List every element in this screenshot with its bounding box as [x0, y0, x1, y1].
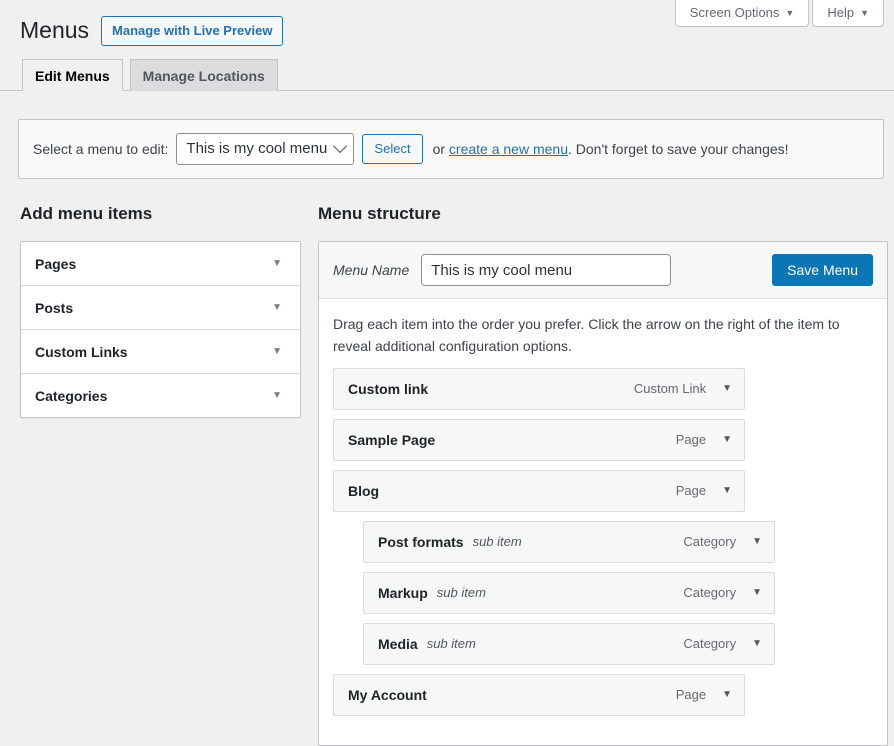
save-changes-hint: . Don't forget to save your changes!	[568, 141, 789, 157]
chevron-down-icon[interactable]: ▼	[752, 639, 762, 649]
accordion-toggle-categories[interactable]: Categories ▼	[21, 374, 300, 417]
add-menu-items-accordion: Pages ▼ Posts ▼ Custom Links ▼ Categorie…	[20, 241, 301, 418]
chevron-down-icon: ▼	[860, 8, 869, 18]
accordion-label-pages: Pages	[35, 256, 76, 272]
accordion-toggle-pages[interactable]: Pages ▼	[21, 242, 300, 285]
menu-item-type: Page	[676, 687, 706, 702]
create-menu-hint: or create a new menu. Don't forget to sa…	[433, 141, 789, 157]
menu-item-title: Media	[378, 636, 418, 652]
screen-options-tab[interactable]: Screen Options ▼	[675, 0, 810, 27]
menu-item-row[interactable]: Media sub item Category ▼	[363, 623, 775, 665]
menu-name-label: Menu Name	[333, 262, 409, 278]
menu-item-title: Sample Page	[348, 432, 435, 448]
menu-item-title: Blog	[348, 483, 379, 499]
menu-item-row[interactable]: Custom link Custom Link ▼	[333, 368, 745, 410]
menu-structure-heading: Menu structure	[318, 203, 888, 225]
menu-select-panel: Select a menu to edit: This is my cool m…	[18, 119, 884, 179]
or-text: or	[433, 141, 449, 157]
accordion-section-posts: Posts ▼	[21, 286, 300, 330]
menu-item-row[interactable]: Sample Page Page ▼	[333, 419, 745, 461]
select-button[interactable]: Select	[362, 134, 422, 164]
menu-structure-panel: Menu Name Save Menu Drag each item into …	[318, 241, 888, 746]
select-menu-label: Select a menu to edit:	[33, 141, 168, 157]
menu-item-row[interactable]: Post formats sub item Category ▼	[363, 521, 775, 563]
tab-manage-locations[interactable]: Manage Locations	[130, 59, 278, 91]
accordion-section-custom-links: Custom Links ▼	[21, 330, 300, 374]
screen-options-label: Screen Options	[690, 5, 780, 20]
save-menu-button[interactable]: Save Menu	[772, 254, 873, 286]
accordion-toggle-posts[interactable]: Posts ▼	[21, 286, 300, 329]
menu-item-type: Category	[683, 585, 736, 600]
menu-item-row[interactable]: My Account Page ▼	[333, 674, 745, 716]
chevron-down-icon: ▼	[272, 303, 282, 313]
menu-item-type: Category	[683, 534, 736, 549]
chevron-down-icon[interactable]: ▼	[722, 384, 732, 394]
menu-item-row[interactable]: Markup sub item Category ▼	[363, 572, 775, 614]
menu-item-sub-label: sub item	[427, 636, 476, 651]
accordion-label-posts: Posts	[35, 300, 73, 316]
add-menu-items-heading: Add menu items	[20, 203, 301, 225]
menu-item-type: Category	[683, 636, 736, 651]
help-tab[interactable]: Help ▼	[812, 0, 884, 27]
menu-item-type: Page	[676, 483, 706, 498]
accordion-label-categories: Categories	[35, 388, 107, 404]
accordion-section-pages: Pages ▼	[21, 242, 300, 286]
accordion-label-custom-links: Custom Links	[35, 344, 128, 360]
chevron-down-icon: ▼	[272, 347, 282, 357]
screen-meta-links: Screen Options ▼ Help ▼	[675, 0, 884, 27]
chevron-down-icon[interactable]: ▼	[752, 537, 762, 547]
chevron-down-icon: ▼	[272, 259, 282, 269]
menu-name-row: Menu Name Save Menu	[319, 242, 887, 299]
menu-structure-column: Menu structure Menu Name Save Menu Drag …	[318, 203, 888, 746]
create-a-new-menu-link[interactable]: create a new menu	[449, 141, 568, 157]
menu-item-title: Custom link	[348, 381, 428, 397]
menu-item-row[interactable]: Blog Page ▼	[333, 470, 745, 512]
menu-select-wrapper: This is my cool menu	[176, 133, 354, 165]
page-title: Menus	[20, 16, 89, 46]
menu-item-title: Markup	[378, 585, 428, 601]
help-label: Help	[827, 5, 854, 20]
menu-name-input[interactable]	[421, 254, 671, 286]
menu-item-sub-label: sub item	[473, 534, 522, 549]
menu-item-type: Page	[676, 432, 706, 447]
menu-item-type: Custom Link	[634, 381, 706, 396]
chevron-down-icon[interactable]: ▼	[722, 435, 732, 445]
nav-tab-wrapper: Edit Menus Manage Locations	[0, 59, 894, 91]
menu-instructions: Drag each item into the order you prefer…	[319, 299, 877, 362]
menu-select-dropdown[interactable]: This is my cool menu	[176, 133, 354, 165]
menu-item-title: My Account	[348, 687, 427, 703]
manage-with-live-preview-button[interactable]: Manage with Live Preview	[101, 16, 283, 46]
chevron-down-icon: ▼	[785, 8, 794, 18]
chevron-down-icon[interactable]: ▼	[722, 486, 732, 496]
chevron-down-icon[interactable]: ▼	[752, 588, 762, 598]
chevron-down-icon[interactable]: ▼	[722, 690, 732, 700]
menu-item-sub-label: sub item	[437, 585, 486, 600]
tab-edit-menus[interactable]: Edit Menus	[22, 59, 123, 91]
menu-items-list: Custom link Custom Link ▼ Sample Page Pa…	[319, 362, 887, 745]
add-menu-items-column: Add menu items Pages ▼ Posts ▼ Custom Li…	[20, 203, 301, 418]
accordion-section-categories: Categories ▼	[21, 374, 300, 417]
accordion-toggle-custom-links[interactable]: Custom Links ▼	[21, 330, 300, 373]
chevron-down-icon: ▼	[272, 391, 282, 401]
menu-item-title: Post formats	[378, 534, 464, 550]
